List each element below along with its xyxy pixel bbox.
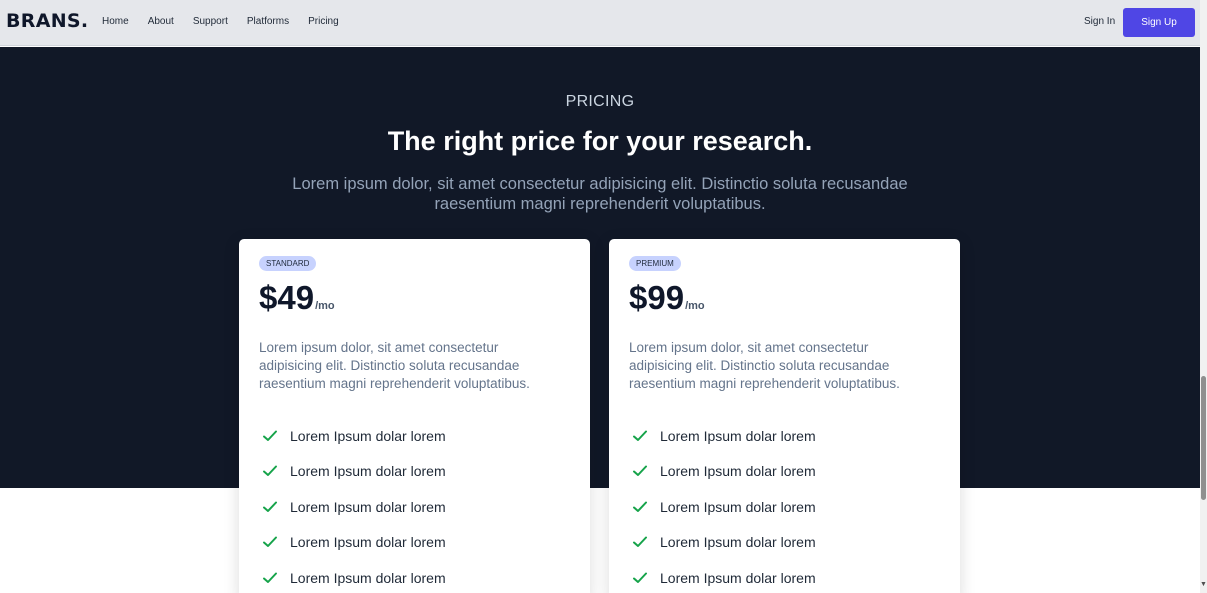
plan-description: Lorem ipsum dolor, sit amet consectetur … [629,340,900,391]
feature-text: Lorem Ipsum dolar lorem [660,498,816,515]
feature-item: Lorem Ipsum dolar lorem [259,525,446,561]
nav-link-support[interactable]: Support [193,16,228,27]
feature-text: Lorem Ipsum dolar lorem [660,427,816,444]
check-icon [633,536,647,548]
vertical-scrollbar[interactable] [1200,0,1207,593]
top-navbar: BRANS. Home About Support Platforms Pric… [0,0,1200,46]
plan-price: $49 /mo [259,279,335,317]
check-icon [633,430,647,441]
brand-logo[interactable]: BRANS. [6,10,88,32]
sign-in-link[interactable]: Sign In [1084,16,1115,27]
section-subtitle: Lorem ipsum dolor, sit amet consectetur … [292,175,908,213]
section-eyebrow: PRICING [565,93,635,110]
scroll-down-arrow-icon[interactable]: ▼ [1200,580,1207,590]
feature-list: Lorem Ipsum dolar lorem Lorem Ipsum dola… [629,418,816,593]
feature-text: Lorem Ipsum dolar lorem [660,569,816,586]
feature-item: Lorem Ipsum dolar lorem [259,454,446,490]
price-amount: $99 [629,279,685,316]
check-icon [263,430,277,441]
page-title: The right price for your research. [387,126,813,156]
plan-description: Lorem ipsum dolor, sit amet consectetur … [259,340,530,391]
feature-text: Lorem Ipsum dolar lorem [290,463,446,480]
nav-link-pricing[interactable]: Pricing [308,16,339,27]
feature-text: Lorem Ipsum dolar lorem [290,569,446,586]
nav-link-platforms[interactable]: Platforms [247,16,289,27]
pricing-card-premium: PREMIUM $99 /mo Lorem ipsum dolor, sit a… [609,239,960,593]
check-icon [633,501,647,512]
feature-text: Lorem Ipsum dolar lorem [660,534,816,551]
scrollbar-thumb[interactable] [1201,376,1206,500]
pricing-card-standard: STANDARD $49 /mo Lorem ipsum dolor, sit … [239,239,590,593]
check-icon [263,501,277,512]
nav-link-home[interactable]: Home [102,16,129,27]
check-icon [263,572,277,583]
feature-item: Lorem Ipsum dolar lorem [629,560,816,593]
feature-list: Lorem Ipsum dolar lorem Lorem Ipsum dola… [259,418,446,593]
nav-link-about[interactable]: About [148,16,174,27]
price-period: /mo [315,300,335,312]
feature-text: Lorem Ipsum dolar lorem [660,463,816,480]
price-amount: $49 [259,279,315,316]
feature-text: Lorem Ipsum dolar lorem [290,534,446,551]
sign-up-button[interactable]: Sign Up [1123,8,1195,37]
nav-links: Home About Support Platforms Pricing [102,16,358,27]
feature-text: Lorem Ipsum dolar lorem [290,427,446,444]
pricing-hero [0,47,1200,488]
check-icon [263,465,277,477]
feature-item: Lorem Ipsum dolar lorem [629,489,816,525]
check-icon [263,536,277,548]
check-icon [633,572,647,583]
feature-item: Lorem Ipsum dolar lorem [259,489,446,525]
feature-item: Lorem Ipsum dolar lorem [629,525,816,561]
plan-badge: PREMIUM [629,256,681,271]
feature-item: Lorem Ipsum dolar lorem [259,560,446,593]
feature-item: Lorem Ipsum dolar lorem [629,418,816,454]
feature-item: Lorem Ipsum dolar lorem [629,454,816,490]
price-period: /mo [685,300,705,312]
feature-item: Lorem Ipsum dolar lorem [259,418,446,454]
plan-badge: STANDARD [259,256,317,271]
plan-price: $99 /mo [629,279,705,317]
check-icon [633,465,647,477]
feature-text: Lorem Ipsum dolar lorem [290,498,446,515]
